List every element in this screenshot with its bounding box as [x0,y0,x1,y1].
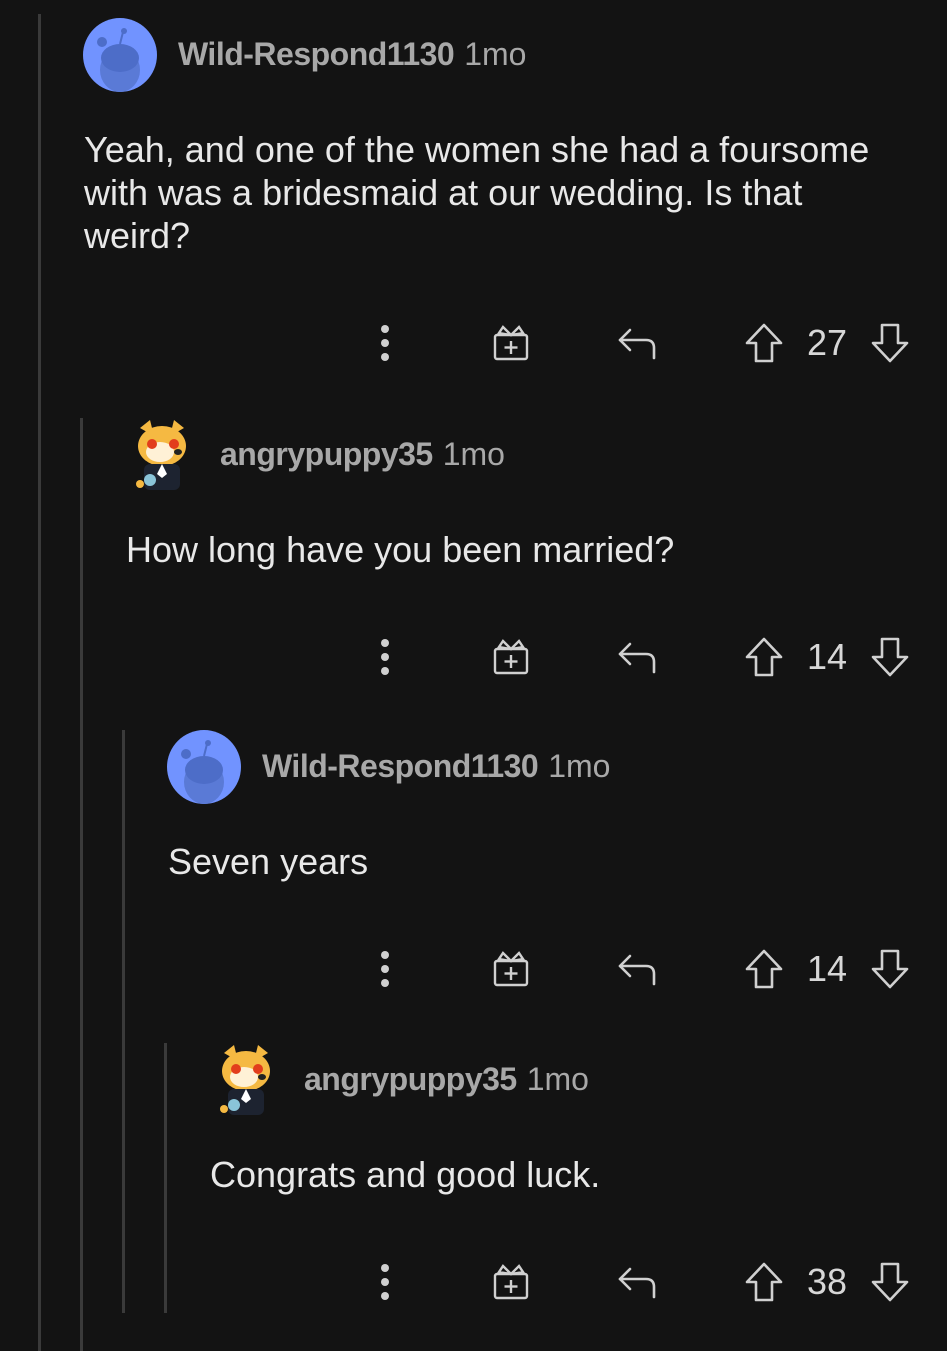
thread-line-level-2[interactable] [122,730,125,1313]
comment-body: Yeah, and one of the women she had a fou… [84,128,894,257]
comment-body: Seven years [168,840,947,883]
comment-line: weird? [84,215,191,256]
comment-meta: Wild-Respond1130 1mo [262,748,610,785]
comment-line: Congrats and good luck. [210,1154,601,1195]
more-options-icon[interactable] [362,632,408,682]
comment-actions: 14 [0,944,947,994]
comment-actions: 27 [0,318,947,368]
timestamp: 1mo [548,748,611,784]
comment-meta: angrypuppy35 1mo [220,436,505,473]
timestamp: 1mo [526,1061,589,1097]
reply-icon[interactable] [614,318,660,368]
comment-actions: 38 [0,1257,947,1307]
more-options-icon[interactable] [362,1257,408,1307]
award-icon[interactable] [488,944,534,994]
award-icon[interactable] [488,1257,534,1307]
username[interactable]: angrypuppy35 [220,436,433,472]
username[interactable]: Wild-Respond1130 [178,36,455,72]
downvote-icon[interactable] [867,318,913,368]
timestamp: 1mo [442,436,505,472]
upvote-icon[interactable] [741,632,787,682]
reply-icon[interactable] [614,944,660,994]
comment-line: How long have you been married? [126,529,675,570]
comment-line: Yeah, and one of the women she had a fou… [84,129,870,170]
more-options-icon[interactable] [362,944,408,994]
snoo-avatar[interactable] [167,730,241,804]
downvote-icon[interactable] [867,632,913,682]
username[interactable]: Wild-Respond1130 [262,748,539,784]
vote-score: 27 [806,322,848,363]
upvote-icon[interactable] [741,1257,787,1307]
timestamp: 1mo [464,36,527,72]
vote-score: 14 [806,636,848,677]
more-options-icon[interactable] [362,318,408,368]
thread-line-level-0[interactable] [38,14,41,1351]
comment-body: Congrats and good luck. [210,1153,947,1196]
upvote-icon[interactable] [741,944,787,994]
username[interactable]: angrypuppy35 [304,1061,517,1097]
upvote-icon[interactable] [741,318,787,368]
downvote-icon[interactable] [867,944,913,994]
comment-meta: Wild-Respond1130 1mo [178,36,526,73]
snoo-avatar[interactable] [83,18,157,92]
reply-icon[interactable] [614,632,660,682]
comment-line: Seven years [168,841,369,882]
reply-icon[interactable] [614,1257,660,1307]
comment-actions: 14 [0,632,947,682]
vote-score: 38 [806,1261,848,1302]
downvote-icon[interactable] [867,1257,913,1307]
shiba-avatar[interactable] [130,418,204,492]
comment-line: with was a bridesmaid at our wedding. Is… [84,172,803,213]
award-icon[interactable] [488,632,534,682]
shiba-avatar[interactable] [214,1043,288,1117]
thread-line-level-1[interactable] [80,418,83,1351]
award-icon[interactable] [488,318,534,368]
comment-meta: angrypuppy35 1mo [304,1061,589,1098]
vote-score: 14 [806,948,848,989]
comment-body: How long have you been married? [126,528,936,571]
